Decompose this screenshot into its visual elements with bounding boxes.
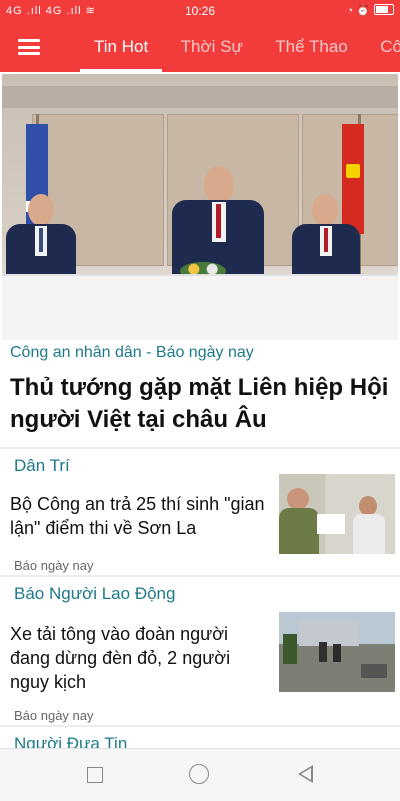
- divider: [0, 725, 400, 727]
- article-source: Người Đưa Tin: [14, 734, 128, 748]
- hero-image[interactable]: [2, 74, 398, 340]
- article-source: Dân Trí: [14, 456, 70, 475]
- hero-source: Công an nhân dân - Báo ngày nay: [10, 344, 254, 361]
- news-feed[interactable]: Công an nhân dân - Báo ngày nay Thủ tướn…: [0, 72, 400, 748]
- tab-the-thao[interactable]: Thể Thao: [261, 22, 361, 72]
- system-nav-bar: [0, 748, 400, 801]
- status-time: 10:26: [184, 4, 216, 18]
- divider: [0, 575, 400, 577]
- home-icon[interactable]: [189, 764, 209, 784]
- status-bar: 4G .ıll 4G .ıll ≋ 10:26 ◔ ⏰: [0, 0, 400, 22]
- article-meta: Báo ngày nay: [14, 708, 94, 723]
- status-icons: ◔ ⏰: [347, 4, 394, 17]
- back-icon[interactable]: [298, 765, 313, 783]
- article-source: Báo Người Lao Động: [14, 584, 176, 603]
- hamburger-menu-icon[interactable]: [18, 39, 40, 55]
- article-thumbnail[interactable]: [279, 474, 395, 554]
- hero-title[interactable]: Thủ tướng gặp mặt Liên hiệp Hội người Vi…: [10, 372, 390, 436]
- article-title[interactable]: Xe tải tông vào đoàn người đang dừng đèn…: [10, 622, 272, 694]
- article-meta: Báo ngày nay: [14, 558, 94, 573]
- article-thumbnail[interactable]: [279, 612, 395, 692]
- category-tabs: Tin Hot Thời Sự Thể Thao Côn: [80, 22, 400, 72]
- divider: [0, 447, 400, 449]
- article-title[interactable]: Bộ Công an trả 25 thí sinh "gian lận" đi…: [10, 492, 272, 540]
- tab-tin-hot[interactable]: Tin Hot: [80, 22, 163, 72]
- tab-thoi-su[interactable]: Thời Sự: [167, 22, 257, 72]
- battery-icon: [374, 4, 394, 15]
- recent-apps-icon[interactable]: [87, 767, 103, 783]
- tab-cong-nghe[interactable]: Côn: [366, 22, 400, 72]
- app-toolbar: Tin Hot Thời Sự Thể Thao Côn: [0, 22, 400, 72]
